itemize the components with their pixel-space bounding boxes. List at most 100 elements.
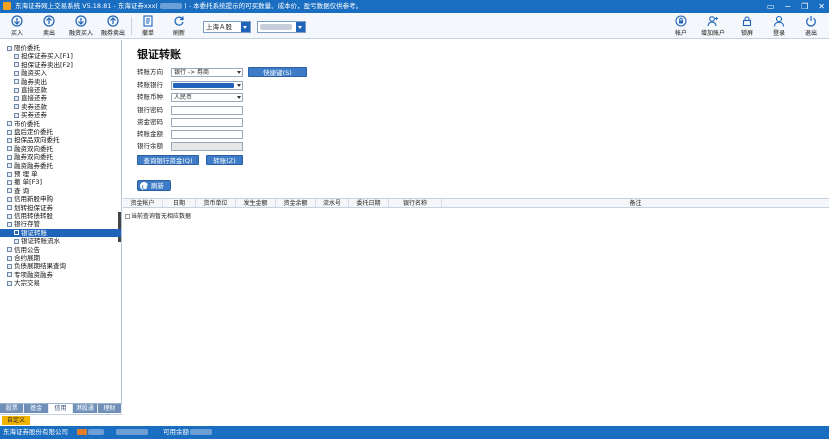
sidebar-item[interactable]: 负债展期结果查询 — [0, 262, 121, 270]
maximize-button[interactable]: ❐ — [801, 0, 808, 13]
tab-fund[interactable]: 基金 — [24, 404, 49, 413]
sidebar-item[interactable]: 担保证券买入[F1] — [0, 52, 121, 60]
custom-button[interactable]: 自定义 — [2, 416, 30, 425]
cancel-order-button[interactable]: 撤单 — [134, 14, 162, 38]
column-serial-no[interactable]: 流水号 — [316, 199, 349, 207]
sidebar-item-label: 担保证券买入[F1] — [21, 52, 73, 61]
short-sell-button[interactable]: 融券卖出 — [99, 14, 127, 38]
tree-node-icon — [14, 87, 19, 93]
column-balance[interactable]: 资金余额 — [276, 199, 316, 207]
sidebar-item[interactable]: 撤 单[F3] — [0, 178, 121, 186]
add-account-icon — [707, 16, 718, 27]
column-entrust-date[interactable]: 委托日期 — [349, 199, 389, 207]
currency-select[interactable]: 人民币 — [171, 93, 243, 102]
fund-password-field[interactable] — [171, 118, 243, 127]
login-label: 登录 — [772, 30, 785, 37]
sidebar-item[interactable]: 信用公告 — [0, 246, 121, 254]
sidebar-item[interactable]: 担保品双向委托 — [0, 136, 121, 144]
column-date[interactable]: 日期 — [163, 199, 196, 207]
column-amount[interactable]: 发生金额 — [236, 199, 276, 207]
bank-password-field[interactable] — [171, 106, 243, 115]
market-select[interactable]: 上海Ａ股 — [203, 21, 251, 33]
lock-screen-button[interactable]: 锁屏 — [733, 14, 761, 38]
sidebar-item[interactable]: 大宗交易 — [0, 279, 121, 287]
sidebar-item[interactable]: 合约展期 — [0, 254, 121, 262]
status-masked — [88, 429, 104, 435]
tree-node-icon — [7, 154, 12, 160]
sidebar-item[interactable]: 卖券还款 — [0, 103, 121, 111]
margin-buy-button[interactable]: 融资买入 — [67, 14, 95, 38]
sidebar-item[interactable]: 划转担保证券 — [0, 204, 121, 212]
exit-button[interactable]: 退出 — [797, 14, 825, 38]
buy-button[interactable]: 买入 — [3, 14, 31, 38]
sidebar-item-label: 信用新股申购 — [14, 195, 53, 204]
info-icon — [125, 214, 130, 219]
sidebar-item[interactable]: 融资买入 — [0, 69, 121, 77]
window-controls: ▭ − ❐ ✕ — [767, 0, 825, 13]
margin-buy-label: 融资买入 — [68, 30, 93, 37]
available-funds-value — [190, 426, 212, 439]
tab-credit[interactable]: 信用 — [48, 404, 74, 413]
amount-field[interactable] — [171, 130, 243, 139]
sidebar-item[interactable]: 直接还款 — [0, 86, 121, 94]
sidebar-item[interactable]: 预 埋 单 — [0, 170, 121, 178]
currency-label: 转账币种 — [137, 93, 163, 101]
sidebar-item[interactable]: 市价委托 — [0, 120, 121, 128]
login-button[interactable]: 登录 — [765, 14, 793, 38]
sidebar-item[interactable]: 盘后定价委托 — [0, 128, 121, 136]
cancel-order-label: 撤单 — [141, 30, 154, 37]
sell-button[interactable]: 卖出 — [35, 14, 63, 38]
tab-wealth[interactable]: 理财 — [97, 404, 123, 413]
bank-select[interactable] — [171, 81, 243, 90]
sidebar-item[interactable]: 限价委托 — [0, 44, 121, 52]
sidebar-item[interactable]: 查 询 — [0, 187, 121, 195]
fund-password-label: 资金密码 — [137, 118, 163, 126]
grid-empty-message: 当前查询暂无相应数据 — [125, 211, 191, 220]
sidebar-item-label: 融券卖出 — [21, 77, 47, 86]
sidebar-item[interactable]: 融资双向委托 — [0, 145, 121, 153]
sidebar-item-label: 撤 单[F3] — [14, 178, 43, 187]
tree-node-icon — [7, 137, 12, 143]
tab-stock[interactable]: 股票 — [0, 404, 25, 413]
account-button[interactable]: 帐户 — [667, 14, 695, 38]
quick-key-button[interactable]: 快捷键(S) — [248, 67, 307, 77]
refresh-button[interactable]: 刷新 — [137, 180, 171, 191]
sidebar-item[interactable]: 信用转债转股 — [0, 212, 121, 220]
skin-icon[interactable]: ▭ — [767, 0, 775, 13]
power-icon — [806, 16, 816, 27]
app-logo-icon — [3, 2, 11, 10]
column-currency[interactable]: 货币单位 — [196, 199, 236, 207]
sidebar-item[interactable]: 信用新股申购 — [0, 195, 121, 203]
sidebar-item-label: 信用公告 — [14, 245, 40, 254]
direction-select[interactable]: 银行 -> 券商 — [171, 68, 243, 77]
column-bank-name[interactable]: 银行名称 — [389, 199, 442, 207]
sidebar-item-label: 银证转账 — [21, 228, 47, 237]
tree-node-icon — [7, 255, 12, 261]
sidebar-item[interactable]: 专项融资融券 — [0, 271, 121, 279]
minimize-button[interactable]: − — [784, 0, 791, 13]
sidebar-item-selected[interactable]: 银证转账 — [0, 228, 121, 237]
sidebar-item[interactable]: 买券还券 — [0, 111, 121, 119]
sidebar-item[interactable]: 银证转账流水 — [0, 237, 121, 245]
sidebar-item[interactable]: 融券双向委托 — [0, 153, 121, 161]
sidebar-item-label: 合约展期 — [14, 254, 40, 262]
column-remark[interactable]: 备注 — [442, 199, 829, 207]
add-account-button[interactable]: 增加账户 — [697, 14, 729, 38]
query-bank-balance-button[interactable]: 查询银行资金(Q) — [137, 155, 199, 165]
account-select[interactable] — [257, 21, 306, 33]
column-fund-account[interactable]: 资金帐户 — [123, 199, 163, 207]
sidebar-item[interactable]: 直接还券 — [0, 94, 121, 102]
sidebar-item[interactable]: 银行存管 — [0, 220, 121, 228]
sidebar-item[interactable]: 融券卖出 — [0, 78, 121, 86]
close-button[interactable]: ✕ — [818, 0, 825, 13]
margin-buy-icon — [75, 15, 87, 27]
sidebar-item[interactable]: 融资融券委托 — [0, 162, 121, 170]
transfer-button[interactable]: 转账(Z) — [206, 155, 243, 165]
tree-node-icon — [7, 129, 12, 135]
sidebar-item[interactable]: 担保证券卖出[F2] — [0, 61, 121, 69]
refresh-toolbar-button[interactable]: 刷新 — [165, 14, 193, 38]
tab-hk-connect[interactable]: 港股通 — [73, 404, 98, 413]
refresh-button-label: 刷新 — [151, 182, 164, 190]
short-sell-icon — [107, 15, 119, 27]
amount-label: 转账金额 — [137, 130, 163, 138]
